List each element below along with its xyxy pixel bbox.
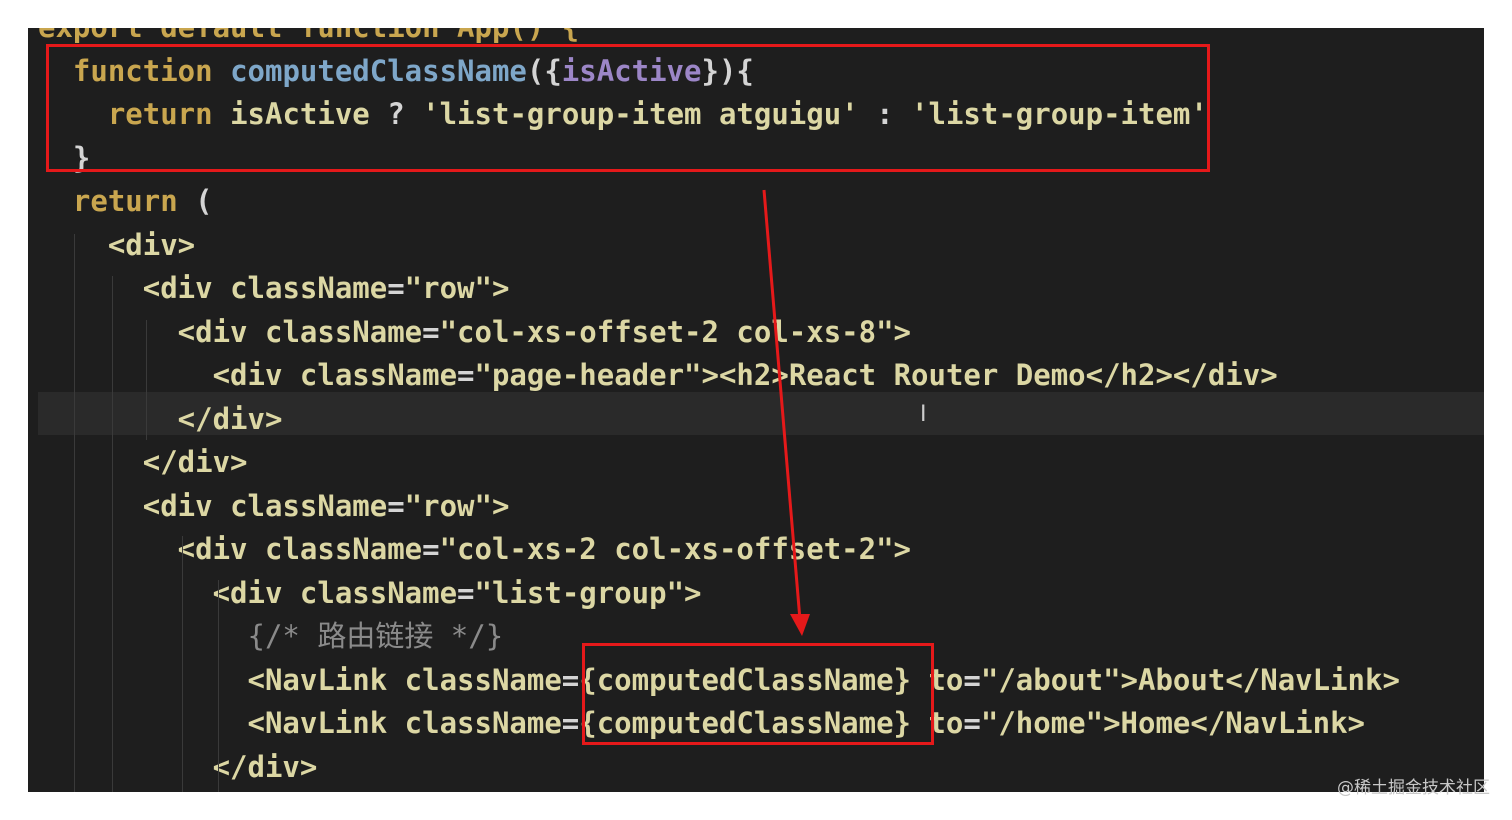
watermark: @稀土掘金技术社区 xyxy=(1337,778,1490,798)
arrow-head xyxy=(790,614,810,636)
annotation-arrow xyxy=(762,189,810,636)
arrow-line xyxy=(762,189,802,621)
